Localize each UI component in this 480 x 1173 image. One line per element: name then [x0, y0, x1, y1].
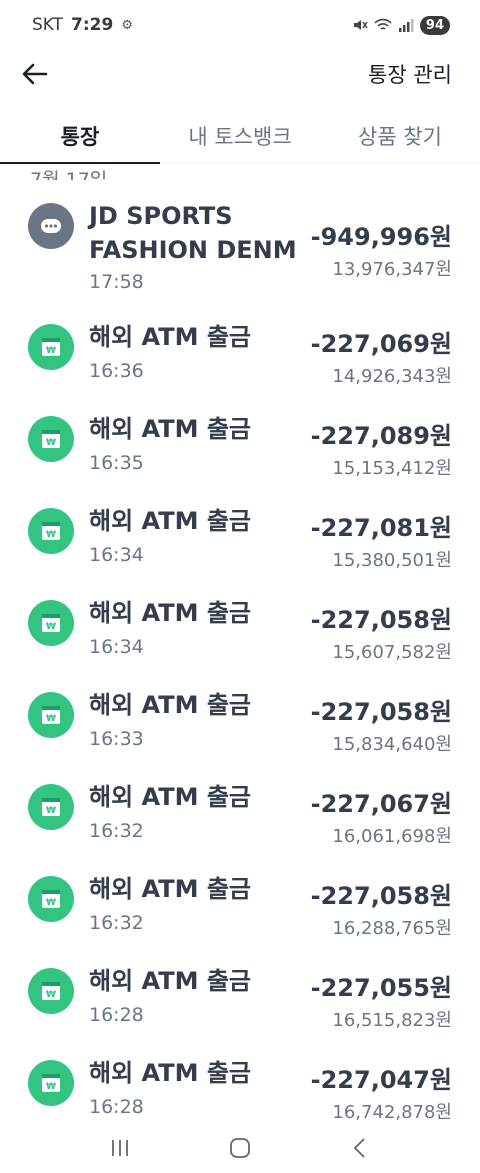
transaction-title: 해외 ATM 출금 — [89, 415, 251, 443]
transaction-balance: 15,607,582원 — [332, 642, 452, 663]
transaction-time: 16:33 — [89, 728, 144, 750]
back-nav-button[interactable] — [340, 1133, 380, 1163]
atm-won-icon: ₩ — [28, 692, 74, 738]
atm-won-icon: ₩ — [28, 324, 74, 370]
signal-icon — [398, 19, 414, 32]
svg-text:₩: ₩ — [46, 438, 56, 448]
transaction-title: 해외 ATM 출금 — [89, 323, 251, 351]
svg-text:₩: ₩ — [46, 898, 56, 908]
transaction-row[interactable]: ₩ 해외 ATM 출금 16:32 -227,067원 16,061,698원 — [0, 780, 480, 862]
transaction-time: 16:35 — [89, 452, 144, 474]
atm-won-icon: ₩ — [28, 1060, 74, 1106]
atm-won-icon: ₩ — [28, 416, 74, 462]
clock: 7:29 — [71, 15, 114, 35]
transaction-title: 해외 ATM 출금 — [89, 1059, 251, 1087]
atm-won-icon: ₩ — [28, 968, 74, 1014]
atm-won-icon: ₩ — [28, 784, 74, 830]
transaction-row[interactable]: ₩ 해외 ATM 출금 16:34 -227,081원 15,380,501원 — [0, 504, 480, 586]
transaction-balance: 15,834,640원 — [332, 734, 452, 755]
more-dots-icon — [28, 203, 74, 249]
transaction-balance: 14,926,343원 — [332, 366, 452, 387]
transaction-row[interactable]: JD SPORTS FASHION DENM 17:58 -949,996원 1… — [0, 195, 480, 310]
transaction-title: 해외 ATM 출금 — [89, 967, 251, 995]
svg-text:₩: ₩ — [46, 346, 56, 356]
notification-icon: ⚙ — [121, 17, 133, 33]
atm-won-icon: ₩ — [28, 600, 74, 646]
transaction-time: 16:32 — [89, 820, 144, 842]
transaction-amount: -227,069원 — [310, 330, 452, 358]
header: 통장 관리 — [0, 50, 480, 98]
mute-icon — [353, 20, 368, 30]
transaction-title: 해외 ATM 출금 — [89, 691, 251, 719]
transaction-title: 해외 ATM 출금 — [89, 783, 251, 811]
chevron-left-icon — [353, 1138, 365, 1158]
status-bar: SKT 7:29 ⚙ 94 — [0, 0, 480, 50]
wifi-icon — [374, 18, 392, 30]
tab-my-tossbank[interactable]: 내 토스뱅크 — [160, 108, 320, 163]
transaction-row[interactable]: ₩ 해외 ATM 출금 16:33 -227,058원 15,834,640원 — [0, 688, 480, 770]
transaction-balance: 16,061,698원 — [332, 826, 452, 847]
arrow-left-icon — [22, 63, 48, 85]
transaction-balance: 16,515,823원 — [332, 1010, 452, 1031]
svg-text:₩: ₩ — [46, 622, 56, 632]
transaction-time: 16:34 — [89, 544, 144, 566]
svg-text:₩: ₩ — [46, 990, 56, 1000]
transaction-amount: -227,058원 — [310, 882, 452, 910]
atm-won-icon: ₩ — [28, 876, 74, 922]
transaction-balance: 13,976,347원 — [332, 259, 452, 280]
recent-apps-button[interactable] — [100, 1133, 140, 1163]
transaction-row[interactable]: ₩ 해외 ATM 출금 16:28 -227,055원 16,515,823원 — [0, 964, 480, 1046]
tab-account[interactable]: 통장 — [0, 108, 160, 164]
home-icon — [230, 1138, 250, 1158]
transaction-balance: 15,380,501원 — [332, 550, 452, 571]
transaction-balance: 16,742,878원 — [332, 1102, 452, 1123]
transaction-amount: -227,089원 — [310, 422, 452, 450]
tab-product-search[interactable]: 상품 찾기 — [320, 108, 480, 163]
status-right: 94 — [352, 15, 450, 35]
transaction-row[interactable]: ₩ 해외 ATM 출금 16:32 -227,058원 16,288,765원 — [0, 872, 480, 954]
transaction-amount: -227,067원 — [310, 790, 452, 818]
back-button[interactable] — [20, 59, 50, 89]
transaction-title: JD SPORTS — [89, 202, 233, 230]
transaction-amount: -227,058원 — [310, 606, 452, 634]
transaction-time: 17:58 — [89, 271, 144, 293]
svg-text:₩: ₩ — [46, 530, 56, 540]
transaction-row[interactable]: ₩ 해외 ATM 출금 16:35 -227,089원 15,153,412원 — [0, 412, 480, 494]
system-nav-bar — [0, 1123, 480, 1173]
transaction-amount: -227,047원 — [310, 1066, 452, 1094]
svg-text:₩: ₩ — [46, 806, 56, 816]
transaction-amount: -227,081원 — [310, 514, 452, 542]
transaction-row[interactable]: ₩ 해외 ATM 출금 16:36 -227,069원 14,926,343원 — [0, 320, 480, 402]
recent-apps-icon — [112, 1140, 128, 1156]
transaction-balance: 15,153,412원 — [332, 458, 452, 479]
transaction-amount: -949,996원 — [310, 223, 452, 251]
transaction-time: 16:28 — [89, 1096, 144, 1118]
transaction-title-line2: FASHION DENM — [89, 236, 297, 264]
transaction-amount: -227,058원 — [310, 698, 452, 726]
transaction-time: 16:34 — [89, 636, 144, 658]
transaction-time: 16:28 — [89, 1004, 144, 1026]
transaction-title: 해외 ATM 출금 — [89, 599, 251, 627]
transaction-title: 해외 ATM 출금 — [89, 507, 251, 535]
battery-indicator: 94 — [419, 15, 450, 35]
svg-text:₩: ₩ — [46, 1082, 56, 1092]
transaction-title: 해외 ATM 출금 — [89, 875, 251, 903]
home-button[interactable] — [220, 1133, 260, 1163]
transaction-time: 16:32 — [89, 912, 144, 934]
account-manage-button[interactable]: 통장 관리 — [368, 59, 452, 89]
transaction-time: 16:36 — [89, 360, 144, 382]
status-left: SKT 7:29 ⚙ — [32, 15, 133, 35]
tab-bar: 통장 내 토스뱅크 상품 찾기 — [0, 108, 480, 164]
date-header: 7월 17일 — [30, 169, 108, 180]
transaction-row[interactable]: ₩ 해외 ATM 출금 16:34 -227,058원 15,607,582원 — [0, 596, 480, 678]
transaction-balance: 16,288,765원 — [332, 918, 452, 939]
carrier-label: SKT — [32, 15, 64, 35]
transaction-amount: -227,055원 — [310, 974, 452, 1002]
svg-text:₩: ₩ — [46, 714, 56, 724]
atm-won-icon: ₩ — [28, 508, 74, 554]
